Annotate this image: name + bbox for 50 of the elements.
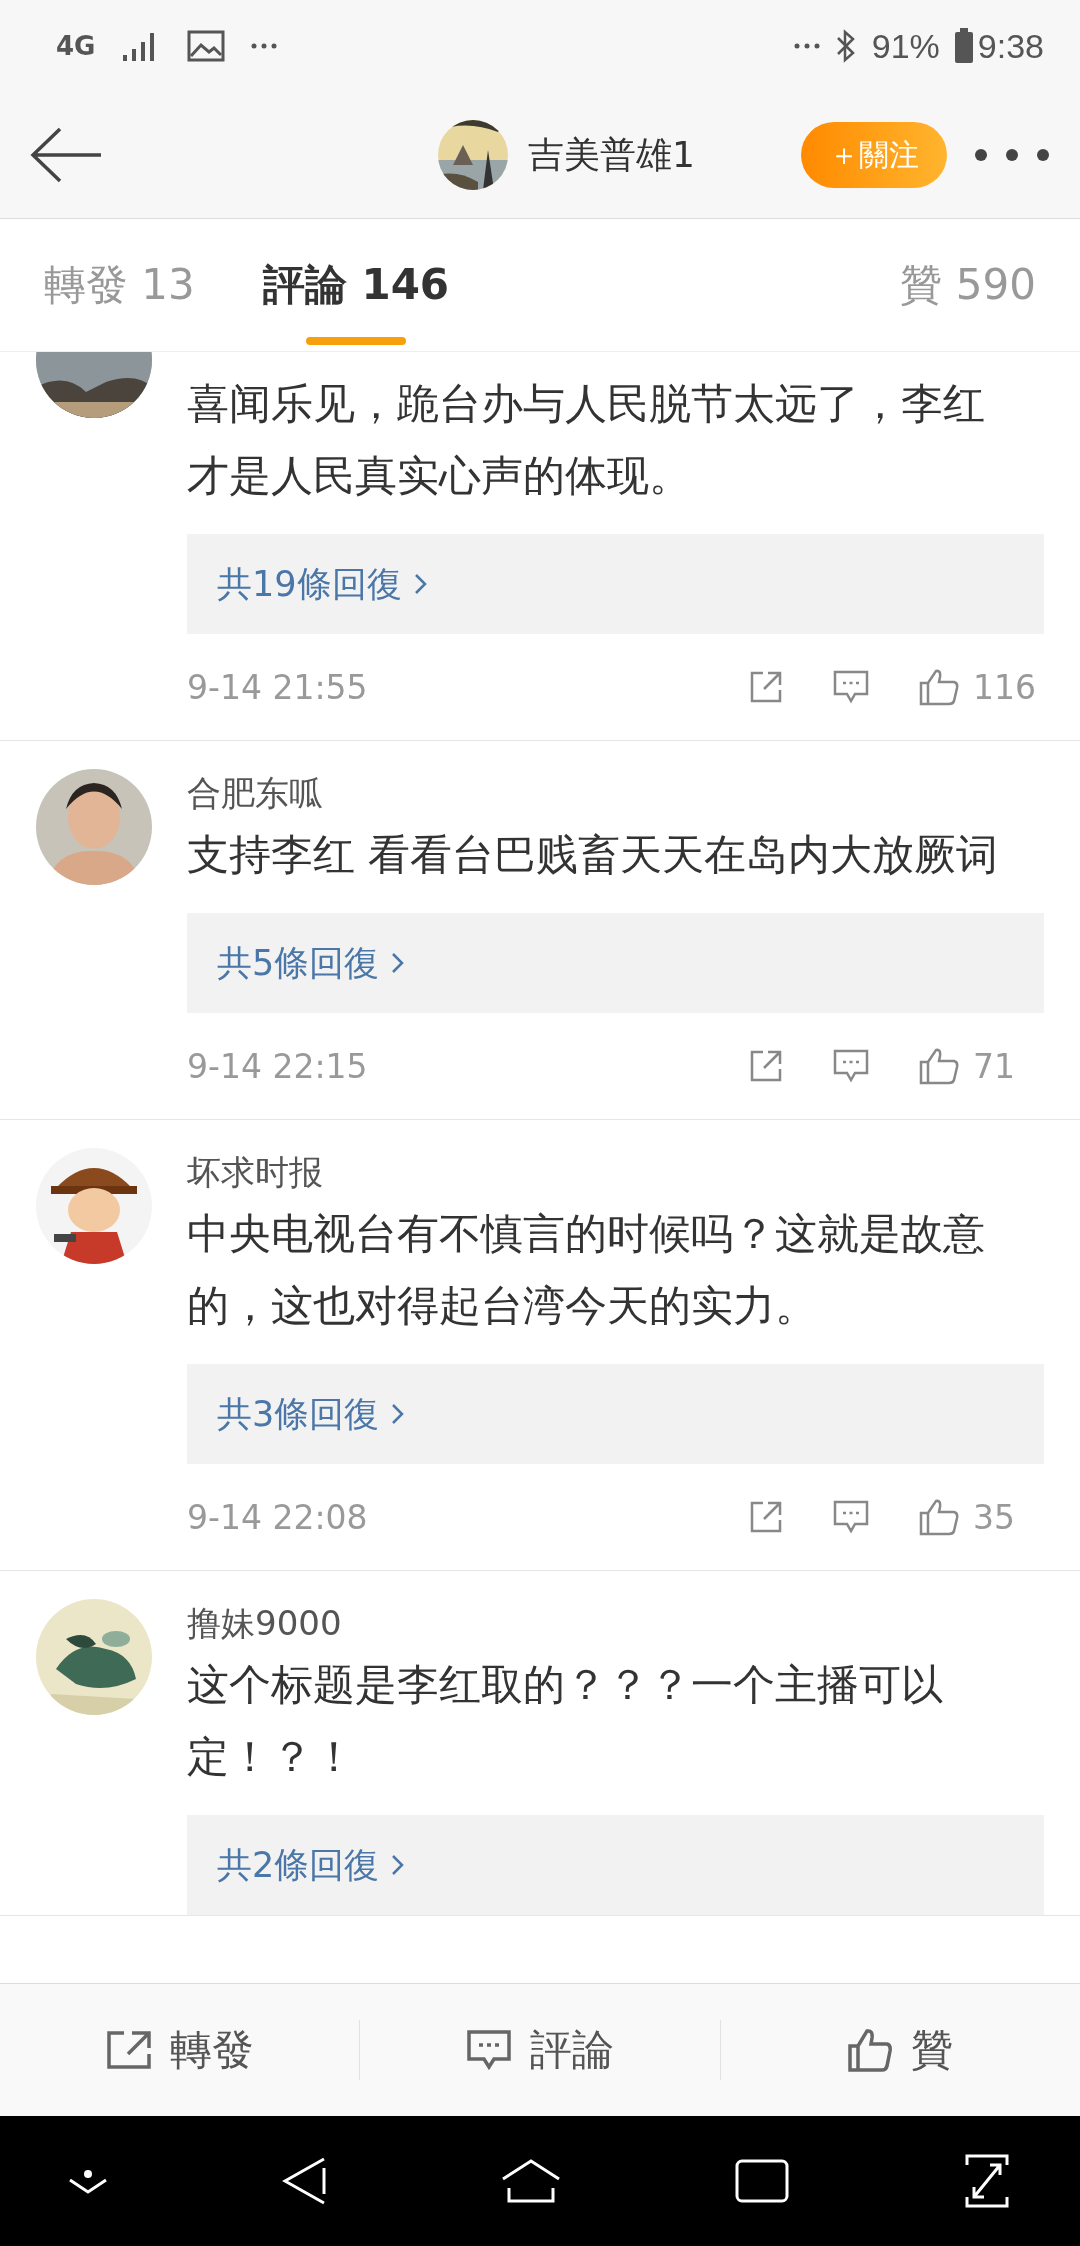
commenter-name[interactable]: 撸妹9000 (187, 1599, 1044, 1647)
like-count: 35 (973, 1497, 1015, 1537)
comment-icon[interactable] (833, 1049, 869, 1083)
share-icon[interactable] (749, 670, 783, 704)
comment-icon[interactable] (833, 670, 869, 704)
more-icon[interactable] (974, 148, 1050, 162)
comment-text: 中央电视台有不慎言的时候吗？这就是故意的，这也对得起台湾今天的实力。 (187, 1208, 986, 1332)
battery-icon (953, 28, 974, 64)
chevron-icon (391, 1853, 406, 1877)
home-icon[interactable] (501, 2158, 561, 2204)
commenter-name[interactable]: 坏求时报 (187, 1148, 1044, 1196)
comment-icon (466, 2029, 512, 2071)
replies-link[interactable]: 共5條回復 (187, 913, 1044, 1013)
comment-time: 9-14 22:08 (187, 1497, 368, 1537)
share-icon[interactable] (749, 1049, 783, 1083)
chevron-icon (391, 951, 406, 975)
share-button[interactable]: 轉發 (0, 1984, 360, 2116)
share-icon[interactable] (749, 1500, 783, 1534)
comment-time: 9-14 22:15 (187, 1046, 368, 1086)
share-icon (105, 2030, 152, 2070)
tab[interactable]: 評論 146 (262, 219, 450, 351)
comment-text: 支持李红 看看台巴贱畜天天在岛内大放厥词 (187, 829, 1000, 881)
network-indicator: 4G (56, 31, 96, 61)
thumbs-up-icon[interactable] (919, 1047, 959, 1085)
user-name: 吉美普雄1 (528, 132, 695, 177)
commenter-name[interactable]: 合肥东呱 (187, 769, 1044, 817)
more-icon (251, 42, 278, 50)
battery-percent: 91% (871, 26, 940, 66)
comment-button[interactable]: 評論 (360, 1984, 720, 2116)
recent-apps-icon[interactable] (734, 2159, 789, 2203)
clock: 9:38 (977, 26, 1044, 66)
image-icon (187, 30, 226, 62)
thumbs-up-icon (847, 2027, 894, 2073)
comment-time: 9-14 21:55 (187, 667, 368, 707)
replies-link[interactable]: 共19條回復 (187, 534, 1044, 634)
chevron-icon (391, 1402, 406, 1426)
more-icon (793, 42, 820, 50)
comment-text: 喜闻乐见，跪台办与人民脱节太远了，李红才是人民真实心声的体现。 (187, 378, 986, 502)
thumbs-up-icon[interactable] (919, 668, 959, 706)
back-icon[interactable] (30, 127, 102, 183)
thumbs-up-icon[interactable] (919, 1498, 959, 1536)
replies-link[interactable]: 共3條回復 (187, 1364, 1044, 1464)
comment-icon[interactable] (833, 1500, 869, 1534)
comment-text: 这个标题是李红取的？？？一个主播可以定！？！ (187, 1659, 944, 1783)
back-icon[interactable] (281, 2156, 328, 2206)
like-button[interactable]: 贊 (720, 1984, 1080, 2116)
replies-link[interactable]: 共2條回復 (187, 1815, 1044, 1915)
chevron-icon (413, 572, 428, 596)
like-count: 71 (973, 1046, 1015, 1086)
like-count: 116 (973, 667, 1036, 707)
